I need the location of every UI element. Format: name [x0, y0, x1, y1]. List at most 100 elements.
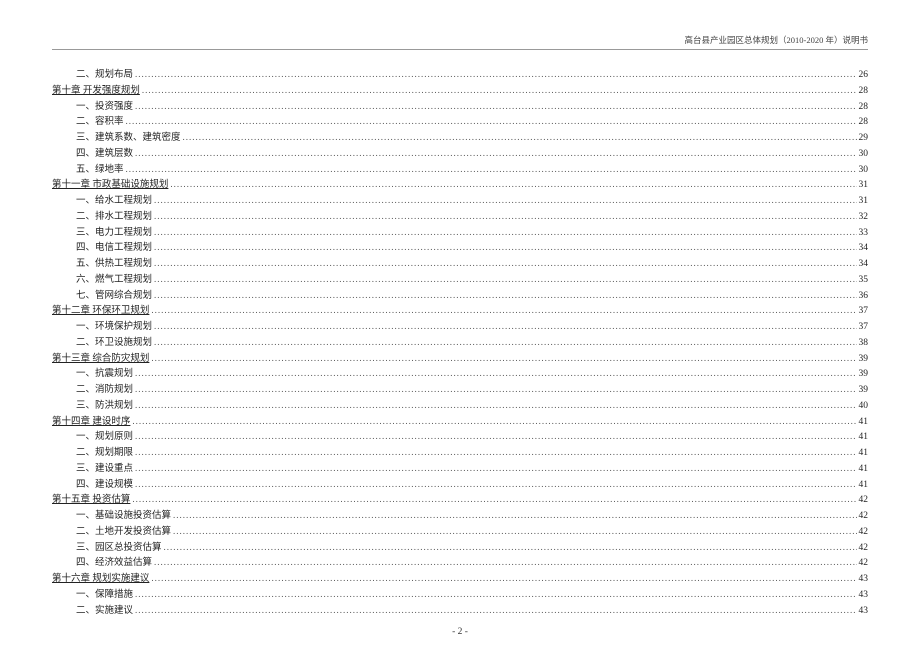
toc-label: 三、建筑系数、建筑密度 [76, 131, 181, 145]
toc-label: 第十章 开发强度规划 [52, 84, 140, 98]
toc-label: 第十五章 投资估算 [52, 493, 130, 507]
toc-page-number: 26 [857, 68, 869, 82]
toc-entry: 二、排水工程规划 32 [52, 210, 868, 224]
toc-page-number: 30 [857, 163, 869, 177]
toc-entry: 四、建设规模 41 [52, 478, 868, 492]
toc-page-number: 41 [857, 478, 869, 492]
toc-entry: 第十一章 市政基础设施规划31 [52, 178, 868, 192]
toc-page-number: 41 [857, 415, 869, 429]
toc-label: 第十三章 综合防灾规划 [52, 352, 149, 366]
toc-leader-dots [140, 84, 857, 98]
toc-label: 第十六章 规划实施建议 [52, 572, 149, 586]
toc-entry: 三、建筑系数、建筑密度29 [52, 131, 868, 145]
toc-leader-dots [152, 210, 856, 224]
toc-entry: 一、给水工程规划31 [52, 194, 868, 208]
toc-entry: 三、园区总投资估算 42 [52, 541, 868, 555]
toc-entry: 五、供热工程规划34 [52, 257, 868, 271]
toc-leader-dots [133, 478, 856, 492]
toc-leader-dots [149, 352, 856, 366]
toc-page-number: 42 [857, 525, 869, 539]
toc-page-number: 36 [857, 289, 869, 303]
toc-leader-dots [152, 320, 856, 334]
toc-entry: 四、建筑层数 30 [52, 147, 868, 161]
toc-entry: 一、环境保护规划37 [52, 320, 868, 334]
toc-leader-dots [124, 115, 857, 129]
toc-leader-dots [133, 100, 856, 114]
toc-page-number: 28 [857, 100, 869, 114]
toc-label: 五、绿地率 [76, 163, 124, 177]
toc-entry: 第十三章 综合防灾规划 39 [52, 352, 868, 366]
toc-label: 二、环卫设施规划 [76, 336, 152, 350]
toc-leader-dots [181, 131, 857, 145]
toc-label: 四、经济效益估算 [76, 556, 152, 570]
toc-leader-dots [171, 525, 856, 539]
toc-page-number: 39 [857, 352, 869, 366]
toc-leader-dots [133, 430, 856, 444]
toc-page-number: 35 [857, 273, 869, 287]
toc-leader-dots [152, 241, 856, 255]
toc-label: 第十四章 建设时序 [52, 415, 130, 429]
toc-page-number: 33 [857, 226, 869, 240]
toc-page-number: 43 [857, 588, 869, 602]
toc-page-number: 34 [857, 241, 869, 255]
toc-page-number: 41 [857, 446, 869, 460]
toc-page-number: 28 [857, 84, 869, 98]
toc-page-number: 41 [857, 430, 869, 444]
toc-label: 五、供热工程规划 [76, 257, 152, 271]
toc-leader-dots [130, 493, 856, 507]
toc-page-number: 41 [857, 462, 869, 476]
toc-leader-dots [133, 399, 856, 413]
toc-leader-dots [152, 226, 856, 240]
toc-leader-dots [152, 336, 856, 350]
page-number: - 2 - [452, 627, 468, 637]
toc-label: 三、建设重点 [76, 462, 133, 476]
toc-leader-dots [152, 257, 856, 271]
toc-label: 四、建设规模 [76, 478, 133, 492]
toc-leader-dots [152, 556, 856, 570]
toc-label: 二、排水工程规划 [76, 210, 152, 224]
toc-label: 二、消防规划 [76, 383, 133, 397]
page-footer: - 2 - [0, 627, 920, 637]
toc-entry: 第十四章 建设时序 41 [52, 415, 868, 429]
toc-page-number: 42 [857, 509, 869, 523]
toc-page-number: 40 [857, 399, 869, 413]
toc-page-number: 38 [857, 336, 869, 350]
toc-leader-dots [133, 68, 856, 82]
toc-entry: 第十五章 投资估算42 [52, 493, 868, 507]
toc-page-number: 32 [857, 210, 869, 224]
toc-page-number: 43 [857, 604, 869, 618]
toc-label: 四、建筑层数 [76, 147, 133, 161]
toc-leader-dots [133, 383, 856, 397]
toc-page-number: 28 [857, 115, 869, 129]
toc-leader-dots [133, 446, 856, 460]
toc-leader-dots [149, 304, 856, 318]
toc-leader-dots [162, 541, 857, 555]
toc-entry: 五、绿地率 30 [52, 163, 868, 177]
toc-label: 三、电力工程规划 [76, 226, 152, 240]
toc-entry: 一、保障措施 43 [52, 588, 868, 602]
toc-leader-dots [149, 572, 856, 586]
toc-leader-dots [124, 163, 857, 177]
page-header: 高台县产业园区总体规划（2010-2020 年）说明书 [52, 34, 868, 50]
toc-entry: 一、投资强度28 [52, 100, 868, 114]
header-title: 高台县产业园区总体规划（2010-2020 年）说明书 [685, 35, 868, 45]
toc-label: 二、实施建议 [76, 604, 133, 618]
toc-page-number: 30 [857, 147, 869, 161]
toc-label: 一、保障措施 [76, 588, 133, 602]
toc-entry: 四、经济效益估算 42 [52, 556, 868, 570]
toc-entry: 三、建设重点 41 [52, 462, 868, 476]
toc-leader-dots [171, 509, 856, 523]
toc-label: 二、规划布局 [76, 68, 133, 82]
toc-label: 第十一章 市政基础设施规划 [52, 178, 168, 192]
toc-entry: 一、规划原则41 [52, 430, 868, 444]
toc-entry: 三、防洪规划40 [52, 399, 868, 413]
toc-page-number: 39 [857, 367, 869, 381]
toc-entry: 二、消防规划39 [52, 383, 868, 397]
toc-page-number: 42 [857, 541, 869, 555]
toc-label: 第十二章 环保环卫规划 [52, 304, 149, 318]
toc-page-number: 42 [857, 556, 869, 570]
toc-entry: 第十二章 环保环卫规划37 [52, 304, 868, 318]
toc-label: 三、园区总投资估算 [76, 541, 162, 555]
toc-entry: 七、管网综合规划36 [52, 289, 868, 303]
toc-label: 四、电信工程规划 [76, 241, 152, 255]
